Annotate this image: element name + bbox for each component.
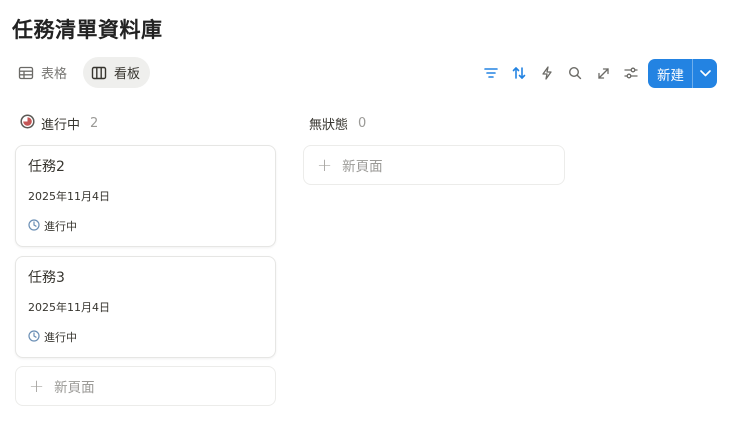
new-page-label: 新頁面 — [342, 159, 383, 175]
card-date: 2025年11月4日 — [28, 301, 110, 314]
card-status-label: 進行中 — [44, 220, 77, 233]
board-icon — [91, 66, 107, 80]
card-date: 2025年11月4日 — [28, 190, 110, 203]
column-count: 0 — [358, 115, 367, 131]
table-icon — [18, 66, 34, 80]
automation-icon[interactable] — [538, 63, 556, 83]
plus-icon: + — [317, 154, 333, 176]
card-title: 任務2 — [28, 159, 65, 175]
card-status: 進行中 — [28, 218, 77, 234]
new-button[interactable]: 新建 — [648, 59, 717, 88]
column-header-in-progress: 進行中 2 — [20, 113, 98, 133]
new-button-label: 新建 — [657, 67, 684, 84]
board-card[interactable]: 任務2 2025年11月4日 進行中 — [15, 145, 276, 247]
card-status-label: 進行中 — [44, 331, 77, 344]
new-page-button[interactable]: + 新頁面 — [15, 366, 276, 406]
toolbar — [482, 62, 640, 84]
tab-board-label: 看板 — [114, 67, 141, 82]
search-icon[interactable] — [566, 63, 584, 83]
board-card[interactable]: 任務3 2025年11月4日 進行中 — [15, 256, 276, 358]
column-header-no-status: 無狀態 0 — [309, 113, 366, 133]
sort-icon[interactable] — [510, 63, 528, 83]
column-count: 2 — [90, 115, 99, 131]
page-title: 任務清單資料庫 — [12, 18, 163, 42]
tab-table[interactable]: 表格 — [10, 57, 77, 88]
filter-icon[interactable] — [482, 63, 500, 83]
plus-icon: + — [29, 375, 45, 397]
view-tabs: 表格 看板 — [10, 57, 151, 88]
tab-board[interactable]: 看板 — [83, 57, 151, 88]
in-progress-icon — [20, 113, 35, 133]
new-page-label: 新頁面 — [54, 380, 95, 396]
new-page-button[interactable]: + 新頁面 — [303, 145, 565, 185]
expand-icon[interactable] — [594, 63, 612, 83]
column-name: 無狀態 — [309, 117, 349, 133]
clock-icon — [28, 329, 40, 345]
settings-icon[interactable] — [622, 63, 640, 83]
clock-icon — [28, 218, 40, 234]
chevron-down-icon[interactable] — [693, 70, 717, 77]
card-status: 進行中 — [28, 329, 77, 345]
tab-table-label: 表格 — [41, 67, 68, 82]
card-title: 任務3 — [28, 270, 65, 286]
column-name: 進行中 — [41, 117, 81, 133]
